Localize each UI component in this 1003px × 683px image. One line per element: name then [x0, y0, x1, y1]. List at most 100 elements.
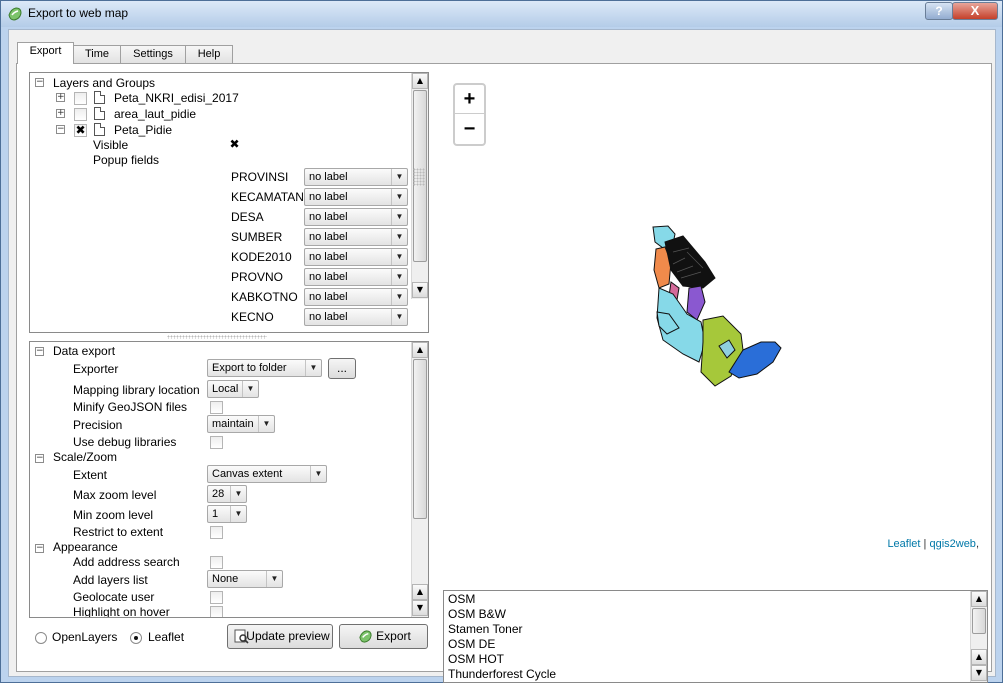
- popup-field-select[interactable]: no label ▼: [304, 188, 408, 206]
- mapping-library-select[interactable]: Local ▼: [207, 380, 259, 398]
- splitter-handle[interactable]: [167, 335, 267, 339]
- precision-select[interactable]: maintain ▼: [207, 415, 275, 433]
- resize-grip[interactable]: [413, 168, 425, 186]
- list-item[interactable]: OSM: [448, 592, 475, 606]
- browse-button[interactable]: ...: [328, 358, 356, 379]
- leaflet-link[interactable]: Leaflet: [887, 538, 920, 550]
- scroll-up-icon[interactable]: ▲: [412, 73, 428, 89]
- expand-icon[interactable]: +: [56, 109, 65, 118]
- dialog-client-area: Export Time Settings Help − Layers and G…: [8, 29, 996, 683]
- scroll-down-icon[interactable]: ▼: [412, 600, 428, 616]
- highlight-label: Highlight on hover: [73, 605, 170, 618]
- scroll-up-icon[interactable]: ▲: [412, 584, 428, 600]
- tab-settings[interactable]: Settings: [120, 45, 186, 64]
- scroll-down-icon[interactable]: ▼: [971, 665, 987, 681]
- basemap-list[interactable]: OSM OSM B&W Stamen Toner OSM DE OSM HOT …: [443, 590, 988, 683]
- qgis2web-link[interactable]: qgis2web: [929, 538, 975, 550]
- field-name: SUMBER: [231, 230, 283, 244]
- openlayers-label[interactable]: OpenLayers: [52, 630, 117, 644]
- min-zoom-select[interactable]: 1 ▼: [207, 505, 247, 523]
- collapse-icon[interactable]: −: [35, 78, 44, 87]
- popup-field-select[interactable]: no label ▼: [304, 208, 408, 226]
- layers-tree-scrollbar[interactable]: ▲ ▼: [411, 73, 428, 299]
- list-item[interactable]: Thunderforest Cycle: [448, 667, 556, 681]
- chevron-down-icon: ▼: [258, 416, 274, 432]
- openlayers-radio[interactable]: [35, 632, 47, 644]
- close-button[interactable]: X: [952, 2, 998, 20]
- list-item[interactable]: OSM B&W: [448, 607, 506, 621]
- debug-checkbox[interactable]: [210, 436, 223, 449]
- chevron-down-icon: ▼: [391, 189, 407, 205]
- popup-field-select[interactable]: no label ▼: [304, 168, 408, 186]
- restrict-checkbox[interactable]: [210, 526, 223, 539]
- field-name: KECAMATAN: [231, 190, 304, 204]
- settings-scrollbar[interactable]: ▲ ▲ ▼: [411, 342, 428, 617]
- popup-field-select[interactable]: no label ▼: [304, 288, 408, 306]
- help-button[interactable]: ?: [925, 2, 953, 20]
- field-name: PROVINSI: [231, 170, 289, 184]
- list-item[interactable]: OSM HOT: [448, 652, 504, 666]
- layer-checkbox[interactable]: [74, 92, 87, 105]
- collapse-icon[interactable]: −: [35, 454, 44, 463]
- exporter-select[interactable]: Export to folder ▼: [207, 359, 322, 377]
- popup-field-select[interactable]: no label ▼: [304, 268, 408, 286]
- max-zoom-select[interactable]: 28 ▼: [207, 485, 247, 503]
- collapse-icon[interactable]: −: [56, 125, 65, 134]
- field-name: KECNO: [231, 310, 274, 324]
- export-button[interactable]: Export: [339, 624, 428, 649]
- leaflet-radio[interactable]: [130, 632, 142, 644]
- tab-time[interactable]: Time: [73, 45, 121, 64]
- scroll-thumb[interactable]: [972, 608, 986, 634]
- zoom-out-button[interactable]: −: [455, 115, 484, 144]
- scroll-up-icon[interactable]: ▲: [412, 342, 428, 358]
- scroll-thumb[interactable]: [413, 359, 427, 519]
- qgis2web-logo-icon: [359, 630, 372, 643]
- chevron-down-icon: ▼: [391, 309, 407, 325]
- geolocate-checkbox[interactable]: [210, 591, 223, 604]
- scroll-up-icon[interactable]: ▲: [971, 649, 987, 665]
- update-preview-button[interactable]: Update preview: [227, 624, 333, 649]
- collapse-icon[interactable]: −: [35, 347, 44, 356]
- field-name: PROVNO: [231, 270, 284, 284]
- popup-field-select[interactable]: no label ▼: [304, 248, 408, 266]
- chevron-down-icon: ▼: [391, 229, 407, 245]
- scroll-down-icon[interactable]: ▼: [412, 282, 428, 298]
- layer-checkbox[interactable]: [74, 108, 87, 121]
- popup-fields-label: Popup fields: [93, 153, 160, 167]
- scale-zoom-header: Scale/Zoom: [53, 450, 118, 464]
- chevron-down-icon: ▼: [391, 209, 407, 225]
- scroll-up-icon[interactable]: ▲: [971, 591, 987, 607]
- basemap-scrollbar[interactable]: ▲ ▲ ▼: [970, 591, 987, 682]
- address-search-checkbox[interactable]: [210, 556, 223, 569]
- popup-field-select[interactable]: no label ▼: [304, 308, 408, 326]
- layers-list-select[interactable]: None ▼: [207, 570, 283, 588]
- popup-field-select[interactable]: no label ▼: [304, 228, 408, 246]
- pidie-map-layer[interactable]: [643, 222, 793, 402]
- chevron-down-icon: ▼: [230, 486, 246, 502]
- visible-checkbox[interactable]: ✖: [228, 138, 241, 152]
- field-name: KABKOTNO: [231, 290, 298, 304]
- extent-select[interactable]: Canvas extent ▼: [207, 465, 327, 483]
- layer-name[interactable]: Peta_Pidie: [114, 123, 172, 137]
- chevron-down-icon: ▼: [310, 466, 326, 482]
- tab-help[interactable]: Help: [185, 45, 233, 64]
- leaflet-label[interactable]: Leaflet: [148, 630, 184, 644]
- layer-name[interactable]: area_laut_pidie: [114, 107, 196, 121]
- layers-list-label: Add layers list: [73, 573, 148, 587]
- expand-icon[interactable]: +: [56, 93, 65, 102]
- minify-checkbox[interactable]: [210, 401, 223, 414]
- highlight-checkbox[interactable]: [210, 606, 223, 617]
- zoom-in-button[interactable]: +: [455, 85, 484, 114]
- map-preview[interactable]: + − Leaflet | qgis2web,: [443, 72, 987, 553]
- tab-export[interactable]: Export: [17, 42, 74, 64]
- list-item[interactable]: OSM DE: [448, 637, 495, 651]
- window-title: Export to web map: [28, 6, 129, 20]
- collapse-icon[interactable]: −: [35, 544, 44, 553]
- layer-checkbox[interactable]: ✖: [74, 124, 87, 137]
- list-item[interactable]: Stamen Toner: [448, 622, 523, 636]
- title-bar[interactable]: Export to web map ? X: [1, 1, 1002, 27]
- layer-file-icon: [94, 123, 105, 136]
- chevron-down-icon: ▼: [391, 169, 407, 185]
- export-dialog-window: Export to web map ? X Export Time Settin…: [0, 0, 1003, 683]
- layer-name[interactable]: Peta_NKRI_edisi_2017: [114, 91, 239, 105]
